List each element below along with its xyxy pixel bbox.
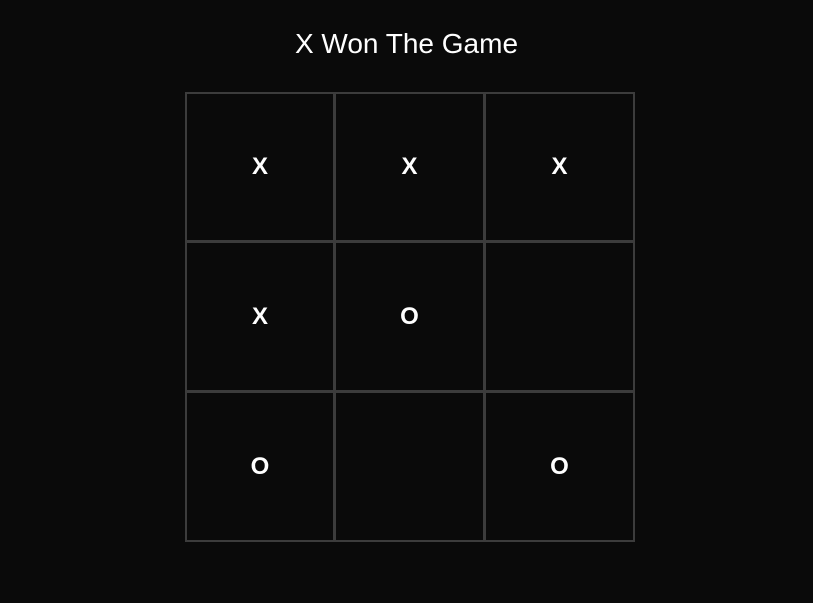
board-cell-1[interactable]: X (185, 92, 335, 242)
game-board: X X X X O O O (185, 92, 635, 542)
board-cell-8[interactable] (334, 391, 485, 542)
board-cell-6[interactable] (484, 241, 635, 392)
board-cell-4[interactable]: X (185, 241, 335, 392)
board-cell-2[interactable]: X (334, 92, 485, 242)
board-cell-5[interactable]: O (334, 241, 485, 392)
board-cell-3[interactable]: X (484, 92, 635, 242)
board-cell-7[interactable]: O (185, 391, 335, 542)
board-cell-9[interactable]: O (484, 391, 635, 542)
game-status: X Won The Game (294, 28, 519, 59)
